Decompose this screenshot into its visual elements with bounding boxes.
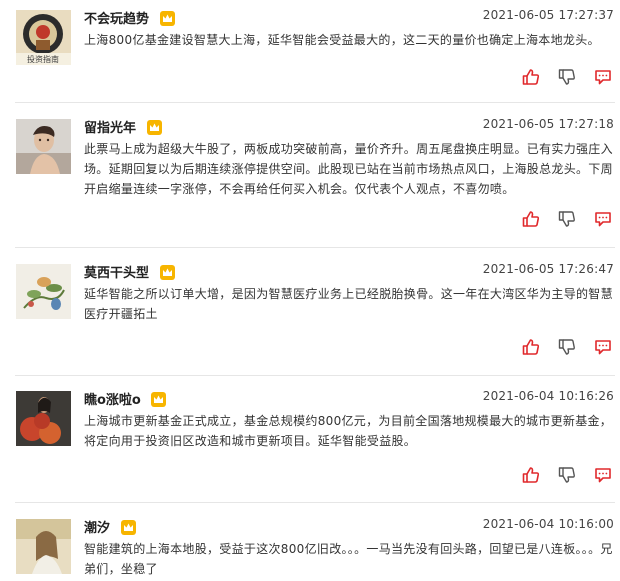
comment-text: 此票马上成为超级大牛股了，两板成功突破前高，量价齐升。周五尾盘换庄明显。已有实力… (84, 142, 613, 196)
comment-item: 莫西干头型 2021-06-05 17:26:47 延华智能之所以订单大增，是因… (0, 262, 620, 376)
username[interactable]: 莫西干头型 (84, 266, 149, 281)
comment-item: 瞧o涨啦o 2021-06-04 10:16:26 上海城市更新基金正式成立，基… (0, 389, 620, 503)
timestamp: 2021-06-05 17:26:47 (482, 262, 614, 276)
comment-text: 上海800亿基金建设智慧大上海，延华智能会受益最大的，这二天的量价也确定上海本地… (84, 33, 600, 47)
divider (15, 502, 615, 503)
thumbs-down-icon[interactable] (558, 338, 576, 356)
username-row: 莫西干头型 (84, 262, 175, 281)
avatar[interactable]: 投资指南 (16, 10, 71, 65)
divider (15, 247, 615, 248)
comment-actions (522, 68, 614, 86)
username[interactable]: 潮汐 (84, 521, 110, 536)
username-row: 不会玩趋势 (84, 8, 175, 27)
avatar[interactable] (16, 519, 71, 574)
comment-feed: 投资指南 不会玩趋势 2021-06-05 17:27:37 上海800亿基金建… (0, 0, 620, 581)
comment-actions (522, 210, 614, 228)
comment-actions (522, 466, 614, 484)
comment-bubble-icon[interactable] (594, 210, 612, 228)
comment-item: 投资指南 不会玩趋势 2021-06-05 17:27:37 上海800亿基金建… (0, 8, 620, 103)
thumbs-up-icon[interactable] (522, 210, 540, 228)
comment-bubble-icon[interactable] (594, 466, 612, 484)
comment-actions (522, 338, 614, 356)
avatar[interactable] (16, 119, 71, 174)
comment-item: 潮汐 2021-06-04 10:16:00 智能建筑的上海本地股，受益于这次8… (0, 517, 620, 581)
thumbs-up-icon[interactable] (522, 466, 540, 484)
avatar[interactable] (16, 264, 71, 319)
divider (15, 102, 615, 103)
avatar-caption: 投资指南 (27, 54, 59, 64)
crown-icon (120, 520, 136, 535)
thumbs-up-icon[interactable] (522, 338, 540, 356)
thumbs-down-icon[interactable] (558, 466, 576, 484)
timestamp: 2021-06-05 17:27:37 (482, 8, 614, 22)
thumbs-down-icon[interactable] (558, 210, 576, 228)
thumbs-down-icon[interactable] (558, 68, 576, 86)
comment-text: 智能建筑的上海本地股，受益于这次800亿旧改。。。一马当先没有回头路，回望已是八… (84, 542, 613, 576)
comment-bubble-icon[interactable] (594, 68, 612, 86)
username[interactable]: 不会玩趋势 (84, 12, 149, 27)
avatar[interactable] (16, 391, 71, 446)
comment-bubble-icon[interactable] (594, 338, 612, 356)
username-row: 潮汐 (84, 517, 136, 536)
timestamp: 2021-06-04 10:16:26 (482, 389, 614, 403)
comment-text: 延华智能之所以订单大增，是因为智慧医疗业务上已经脱胎换骨。这一年在大湾区华为主导… (84, 287, 613, 321)
crown-icon (159, 265, 175, 280)
username[interactable]: 瞧o涨啦o (84, 393, 141, 408)
comment-text: 上海城市更新基金正式成立，基金总规模约800亿元，为目前全国落地规模最大的城市更… (84, 414, 613, 448)
timestamp: 2021-06-05 17:27:18 (482, 117, 614, 131)
username-row: 留指光年 (84, 117, 162, 136)
crown-icon (151, 392, 167, 407)
comment-item: 留指光年 2021-06-05 17:27:18 此票马上成为超级大牛股了，两板… (0, 117, 620, 248)
username[interactable]: 留指光年 (84, 121, 136, 136)
divider (15, 375, 615, 376)
timestamp: 2021-06-04 10:16:00 (482, 517, 614, 531)
username-row: 瞧o涨啦o (84, 389, 167, 408)
crown-icon (146, 120, 162, 135)
thumbs-up-icon[interactable] (522, 68, 540, 86)
crown-icon (159, 11, 175, 26)
